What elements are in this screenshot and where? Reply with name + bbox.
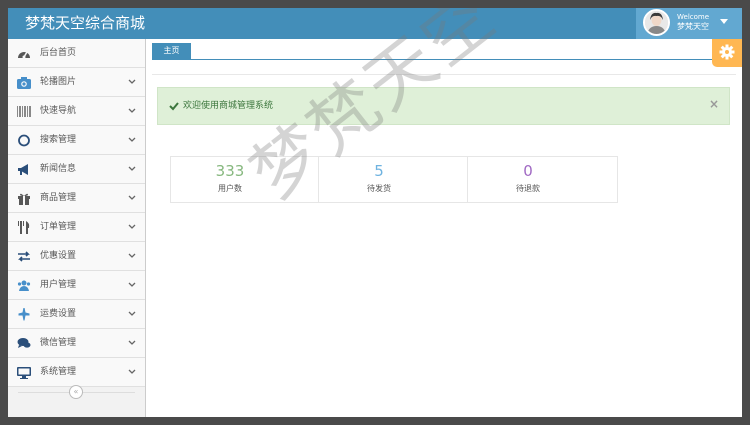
chevron-down-icon: [128, 311, 136, 316]
chevron-down-icon: [128, 195, 136, 200]
brand-title[interactable]: 梦梵天空综合商城: [25, 14, 145, 32]
sidebar-item-label: 搜索管理: [40, 135, 77, 145]
collapse-sidebar-button[interactable]: «: [69, 385, 83, 399]
bullhorn-icon: [18, 164, 28, 175]
barcode-icon: [17, 106, 31, 117]
sidebar-item-label: 商品管理: [40, 193, 77, 203]
gear-icon: [719, 44, 735, 60]
caret-down-icon[interactable]: [720, 19, 728, 24]
sidebar-item-dashboard[interactable]: 后台首页: [8, 39, 145, 68]
chevron-down-icon: [128, 108, 136, 113]
tab-strip: 主页: [152, 43, 736, 60]
sidebar-item-label: 系统管理: [40, 367, 77, 377]
stat-pending-shipment[interactable]: 5 待发货: [320, 157, 468, 202]
chevron-down-icon: [128, 224, 136, 229]
sidebar-item-label: 运费设置: [40, 309, 77, 319]
sidebar: 后台首页 轮播图片 快速导航 搜索管理 新闻信息 商品管理 订单管理 优惠设置 …: [8, 39, 146, 417]
username: 梦梵天空: [677, 22, 709, 31]
sidebar-item-label: 快速导航: [40, 106, 77, 116]
chevron-down-icon: [128, 253, 136, 258]
welcome-alert: 欢迎使用商城管理系统 ×: [157, 87, 730, 125]
chevron-down-icon: [128, 369, 136, 374]
check-icon: [169, 102, 179, 111]
chevron-down-icon: [128, 137, 136, 142]
comments-icon: [17, 338, 31, 348]
sidebar-item-quick-nav[interactable]: 快速导航: [8, 97, 145, 126]
sidebar-item-shipping[interactable]: 运费设置: [8, 300, 145, 329]
sidebar-item-search[interactable]: 搜索管理: [8, 126, 145, 155]
sidebar-item-news[interactable]: 新闻信息: [8, 155, 145, 184]
top-navbar: 梦梵天空综合商城 Welcome 梦梵天空: [8, 8, 742, 39]
main-content: 主页 欢迎使用商城管理系统 × 333 用户数 5 待发货 0 待退款: [146, 39, 742, 417]
circle-icon: [18, 134, 30, 147]
stat-label: 待退款: [516, 184, 540, 193]
cutlery-icon: [18, 221, 30, 234]
chevron-down-icon: [128, 166, 136, 171]
sidebar-collapse-bar: «: [8, 384, 145, 402]
sidebar-item-label: 轮播图片: [40, 77, 77, 87]
exchange-icon: [18, 251, 30, 262]
sidebar-item-system[interactable]: 系统管理: [8, 358, 145, 387]
sidebar-item-label: 优惠设置: [40, 251, 77, 261]
sidebar-item-products[interactable]: 商品管理: [8, 184, 145, 213]
gift-icon: [18, 193, 30, 205]
camera-icon: [17, 77, 31, 89]
sidebar-item-label: 新闻信息: [40, 164, 77, 174]
sidebar-item-orders[interactable]: 订单管理: [8, 213, 145, 242]
stat-label: 待发货: [367, 184, 391, 193]
dashboard-icon: [18, 51, 30, 59]
sidebar-item-users[interactable]: 用户管理: [8, 271, 145, 300]
stat-value: 333: [215, 162, 245, 180]
close-icon[interactable]: ×: [709, 97, 719, 111]
sidebar-item-wechat[interactable]: 微信管理: [8, 329, 145, 358]
chevron-down-icon: [128, 282, 136, 287]
users-icon: [17, 280, 31, 291]
chevron-down-icon: [128, 79, 136, 84]
sidebar-item-label: 订单管理: [40, 222, 77, 232]
sidebar-item-label: 微信管理: [40, 338, 77, 348]
chevron-down-icon: [128, 340, 136, 345]
stats-panel: 333 用户数 5 待发货 0 待退款: [170, 156, 618, 203]
sidebar-item-promotions[interactable]: 优惠设置: [8, 242, 145, 271]
stat-label: 用户数: [218, 184, 242, 193]
stat-pending-refund[interactable]: 0 待退款: [469, 157, 617, 202]
avatar[interactable]: [643, 9, 670, 36]
sidebar-item-carousel[interactable]: 轮播图片: [8, 68, 145, 97]
alert-message: 欢迎使用商城管理系统: [183, 101, 274, 111]
divider: [152, 74, 736, 75]
settings-button[interactable]: [712, 39, 742, 67]
stat-value: 0: [523, 162, 533, 180]
desktop-icon: [17, 367, 31, 379]
plane-icon: [18, 308, 30, 321]
tab-home[interactable]: 主页: [152, 43, 191, 59]
user-menu[interactable]: Welcome 梦梵天空: [636, 8, 742, 39]
app-window: 梦梵天空综合商城 Welcome 梦梵天空 后台首页 轮播图片 快速导航 搜索管…: [8, 8, 742, 417]
sidebar-item-label: 用户管理: [40, 280, 77, 290]
sidebar-item-label: 后台首页: [40, 48, 77, 58]
stat-value: 5: [374, 162, 384, 180]
welcome-text: Welcome: [677, 13, 710, 21]
stat-users[interactable]: 333 用户数: [171, 157, 319, 202]
